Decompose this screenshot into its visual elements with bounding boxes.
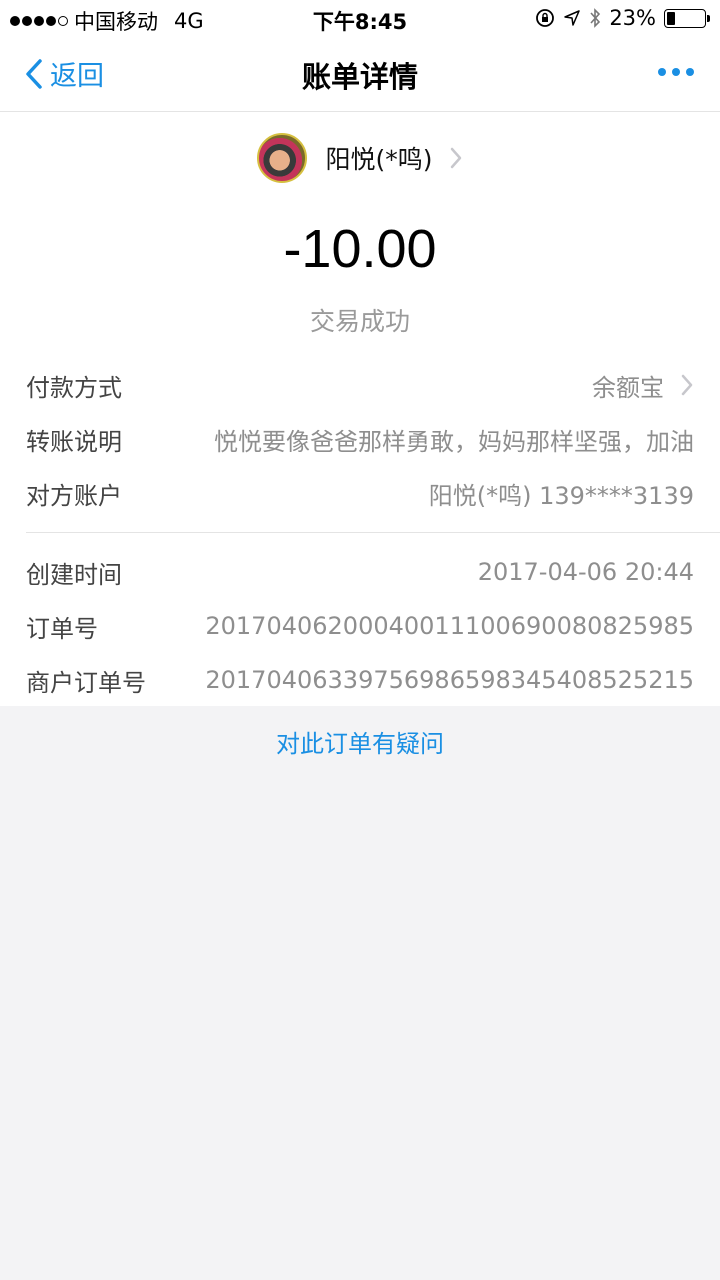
created-time-row: 创建时间 2017-04-06 20:44 bbox=[26, 552, 694, 592]
payment-method-text: 余额宝 bbox=[592, 373, 664, 402]
nav-bar: 返回 账单详情 bbox=[0, 38, 720, 112]
transaction-status: 交易成功 bbox=[309, 307, 410, 336]
order-number-row: 订单号 20170406200040011100690080825985 bbox=[26, 606, 694, 646]
more-options-button[interactable] bbox=[658, 68, 694, 76]
orientation-lock-icon bbox=[536, 9, 555, 27]
status-right: 23% bbox=[535, 6, 710, 30]
merchant-order-number-value: 20170406339756986598345408525215 bbox=[205, 666, 694, 694]
status-bar: 中国移动 4G 下午8:45 23% bbox=[0, 0, 720, 38]
payment-method-label: 付款方式 bbox=[26, 373, 122, 402]
more-dot-icon bbox=[658, 68, 666, 76]
chevron-right-icon bbox=[450, 147, 461, 169]
created-time-value: 2017-04-06 20:44 bbox=[477, 558, 694, 586]
battery-level bbox=[667, 11, 675, 25]
battery-percent: 23% bbox=[609, 6, 656, 30]
transfer-note-value: 悦悦要像爸爸那样勇敢，妈妈那样坚强，加油 bbox=[214, 427, 694, 456]
counterparty-account-row: 对方账户 阳悦(*鸣) 139****3139 bbox=[26, 473, 694, 513]
location-arrow-icon bbox=[564, 10, 581, 26]
transfer-note-row: 转账说明 悦悦要像爸爸那样勇敢，妈妈那样坚强，加油 bbox=[26, 419, 694, 459]
more-dot-icon bbox=[686, 68, 694, 76]
order-number-value: 20170406200040011100690080825985 bbox=[205, 612, 694, 640]
bluetooth-icon bbox=[590, 8, 601, 28]
section-divider bbox=[26, 532, 720, 533]
payment-method-value: 余额宝 bbox=[592, 368, 694, 403]
counterparty-account-value: 阳悦(*鸣) 139****3139 bbox=[428, 481, 694, 510]
created-time-label: 创建时间 bbox=[26, 560, 122, 589]
payee-row[interactable]: 阳悦(*鸣) bbox=[0, 132, 720, 184]
battery-icon bbox=[664, 8, 710, 28]
more-dot-icon bbox=[672, 68, 680, 76]
transaction-amount: -10.00 bbox=[283, 219, 437, 279]
order-question-link[interactable]: 对此订单有疑问 bbox=[0, 724, 720, 759]
counterparty-account-label: 对方账户 bbox=[26, 481, 122, 510]
chevron-right-icon bbox=[681, 374, 693, 396]
order-number-label: 订单号 bbox=[26, 614, 98, 643]
merchant-order-number-row: 商户订单号 20170406339756986598345408525215 bbox=[26, 660, 694, 700]
merchant-order-number-label: 商户订单号 bbox=[26, 668, 146, 697]
payment-method-row[interactable]: 付款方式 余额宝 bbox=[26, 365, 694, 405]
payee-name: 阳悦(*鸣) bbox=[325, 145, 433, 174]
page-title: 账单详情 bbox=[301, 60, 418, 94]
bill-detail-card: 阳悦(*鸣) -10.00 交易成功 付款方式 余额宝 转账说明 悦悦要像爸爸那… bbox=[0, 112, 720, 706]
avatar bbox=[257, 133, 308, 183]
transfer-note-label: 转账说明 bbox=[26, 427, 122, 456]
